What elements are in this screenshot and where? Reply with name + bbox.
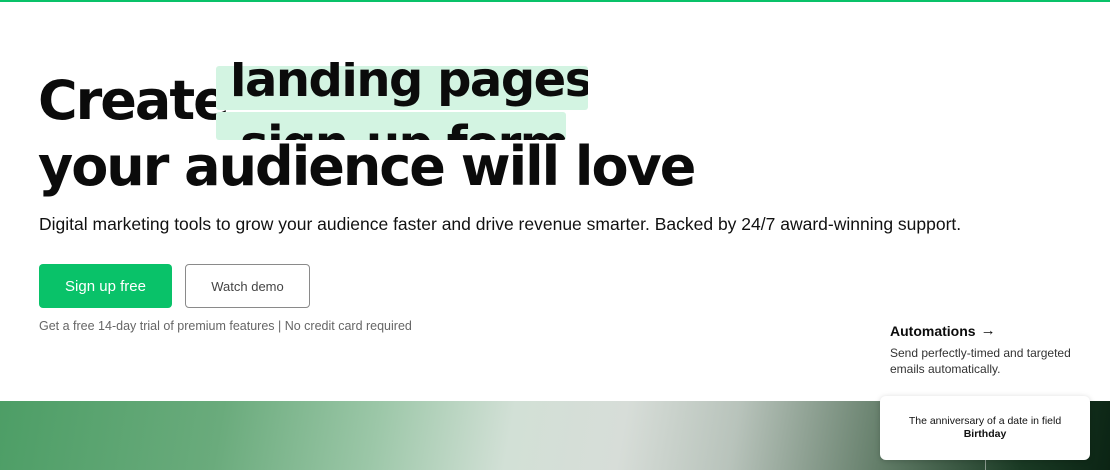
title-prefix: Create: [38, 69, 230, 132]
trigger-card-text: The anniversary of a date in field Birth…: [904, 415, 1066, 441]
automations-link[interactable]: Automations →: [890, 322, 1100, 339]
current-keyword-text: landing pages: [230, 62, 588, 108]
automations-title: Automations: [890, 322, 976, 339]
title-line-2: your audience will love: [38, 135, 696, 198]
hero-title: Create sign-up forms landing pages your …: [38, 52, 696, 202]
watch-demo-button[interactable]: Watch demo: [185, 264, 310, 308]
rotating-keyword: sign-up forms landing pages: [216, 62, 588, 140]
trial-note: Get a free 14-day trial of premium featu…: [39, 319, 412, 333]
automations-feature[interactable]: Automations → Send perfectly-timed and t…: [890, 322, 1100, 377]
top-accent-rule: [0, 0, 1110, 2]
sign-up-free-button[interactable]: Sign up free: [39, 264, 172, 308]
trigger-field-name: Birthday: [963, 428, 1007, 440]
trigger-text: The anniversary of a date in field: [908, 415, 1062, 427]
automations-description: Send perfectly-timed and targeted emails…: [890, 346, 1071, 376]
hero-subtitle: Digital marketing tools to grow your aud…: [39, 214, 962, 234]
arrow-right-icon: →: [980, 322, 996, 339]
automation-trigger-card: The anniversary of a date in field Birth…: [880, 396, 1090, 460]
